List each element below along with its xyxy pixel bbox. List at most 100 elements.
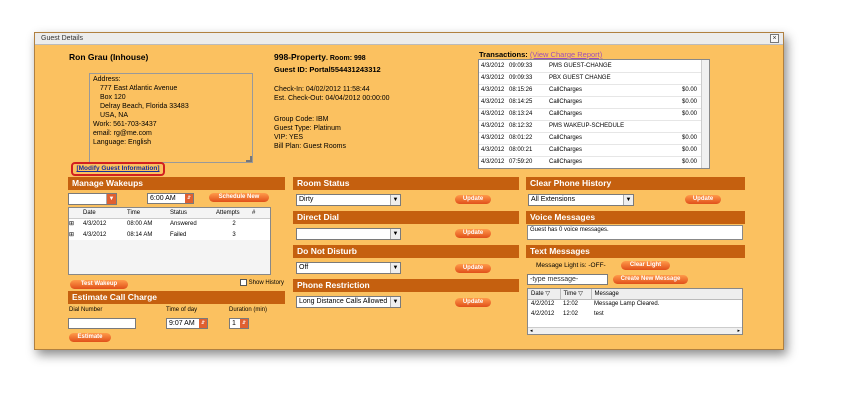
table-row[interactable]: 4/3/2012 07:59:20 CallCharges $0.00 (479, 156, 701, 168)
wakeups-table-panel: Date Time Status Attempts # ⊞ 4/3/2012 0… (68, 207, 271, 275)
manage-wakeups-header: Manage Wakeups (68, 177, 285, 190)
table-row[interactable]: 4/3/2012 08:13:24 CallCharges $0.00 (479, 108, 701, 120)
modify-guest-link[interactable]: [Modify Guest Information] (76, 165, 159, 172)
direct-dial-update-button[interactable]: Update (455, 229, 491, 238)
address-box: Address: 777 East Atlantic Avenue Box 12… (89, 73, 253, 163)
do-not-disturb-header: Do Not Disturb (293, 245, 519, 258)
phone-restriction-header: Phone Restriction (293, 279, 519, 292)
view-charge-report-link[interactable]: (View Charge Report) (530, 50, 602, 59)
text-messages-header-row: Date ▽ Time ▽ Message (528, 289, 742, 299)
room-number: . Room: 998 (325, 55, 366, 62)
cell: 08:14 AM (127, 231, 153, 238)
do-not-disturb-update-button[interactable]: Update (455, 264, 491, 273)
time-of-day-input[interactable]: 9:07 AM ⇵ (166, 318, 208, 329)
table-row[interactable]: 4/3/2012 08:00:21 CallCharges $0.00 (479, 144, 701, 156)
type-message-input[interactable]: -type message- (527, 274, 608, 285)
duration-input[interactable]: 1 ⇵ (229, 318, 249, 329)
transactions-scrollbar[interactable] (701, 60, 709, 168)
property-title: 998-Property (274, 52, 326, 62)
transactions-label: Transactions: (479, 50, 528, 59)
scroll-left-icon[interactable]: ◂ (530, 328, 533, 334)
duration-spinner-icon[interactable]: ⇵ (240, 319, 248, 328)
cell: 4/3/2012 (481, 123, 505, 129)
cell: 4/3/2012 (481, 111, 505, 117)
phone-restriction-update-button[interactable]: Update (455, 298, 491, 307)
col-time[interactable]: Time (127, 208, 170, 218)
col-date[interactable]: Date (83, 208, 127, 218)
cell: 4/3/2012 (481, 135, 505, 141)
dial-number-label: Dial Number (69, 307, 103, 313)
cell: CallCharges (549, 147, 583, 153)
duration-label: Duration (min) (229, 307, 268, 313)
transactions-list[interactable]: 4/3/2012 09:09:33 PMS GUEST-CHANGE 4/3/2012… (478, 59, 710, 169)
time-spinner-icon[interactable]: ⇵ (185, 194, 193, 203)
table-row[interactable]: ⊞ 4/3/2012 08:14 AM Failed 3 (69, 229, 270, 240)
room-status-header: Room Status (293, 177, 519, 190)
wakeup-time-input[interactable]: 6:00 AM ⇵ (147, 193, 194, 204)
cell: $0.00 (681, 147, 697, 153)
transactions-table: 4/3/2012 09:09:33 PMS GUEST-CHANGE 4/3/2012… (479, 60, 701, 168)
cell: PBX GUEST CHANGE (549, 75, 611, 81)
room-status-select[interactable]: Dirty ▼ (296, 194, 401, 206)
clear-phone-history-update-button[interactable]: Update (685, 195, 721, 204)
cell: 4/2/2012 (531, 301, 555, 308)
do-not-disturb-select[interactable]: Off ▼ (296, 262, 401, 274)
cell (659, 60, 701, 72)
horizontal-scrollbar[interactable]: ◂ ▸ (528, 327, 742, 334)
guest-details-window: Guest Details × Ron Grau (Inhouse) Addre… (34, 32, 784, 350)
table-row[interactable]: 4/3/2012 09:09:33 PMS GUEST-CHANGE (479, 60, 701, 72)
expand-icon[interactable]: ⊞ (69, 229, 83, 240)
cell: 09:09:33 (509, 75, 533, 81)
table-row[interactable]: 4/3/2012 08:12:32 PMS WAKEUP-SCHEDULE (479, 120, 701, 132)
cell: PMS GUEST-CHANGE (549, 62, 612, 69)
chevron-down-icon: ▼ (390, 195, 400, 205)
col-message[interactable]: Message (591, 289, 742, 299)
table-row[interactable]: 4/2/2012 12:02 Message Lamp Cleared. (528, 299, 742, 309)
col-number[interactable]: # (252, 208, 270, 218)
wakeup-date-select[interactable]: ▼ (68, 193, 117, 205)
cell: 4/3/2012 (481, 87, 505, 93)
clear-light-button[interactable]: Clear Light (621, 261, 670, 270)
expand-icon[interactable]: ⊞ (69, 218, 83, 229)
group-code: Group Code: IBM (274, 116, 329, 123)
check-out: Est. Check-Out: 04/04/2012 00:00:00 (274, 95, 390, 102)
clear-phone-history-select[interactable]: All Extensions ▼ (528, 194, 634, 206)
chevron-down-icon: ▼ (106, 194, 116, 204)
cell: 4/3/2012 (481, 159, 505, 165)
col-status[interactable]: Status (170, 208, 216, 218)
table-row[interactable]: 4/2/2012 12:02 test (528, 309, 742, 319)
show-history-checkbox[interactable] (240, 279, 247, 286)
room-status-update-button[interactable]: Update (455, 195, 491, 204)
estimate-button[interactable]: Estimate (69, 333, 111, 342)
table-row[interactable]: 4/3/2012 08:01:22 CallCharges $0.00 (479, 132, 701, 144)
test-wakeup-button[interactable]: Test Wakeup (70, 280, 128, 289)
col-attempts[interactable]: Attempts (216, 208, 252, 218)
col-time[interactable]: Time ▽ (560, 289, 592, 299)
cell: CallCharges (549, 135, 583, 141)
table-row[interactable]: 4/3/2012 08:14:25 CallCharges $0.00 (479, 96, 701, 108)
cell: 12:02 (563, 311, 579, 317)
direct-dial-select[interactable]: ▼ (296, 228, 401, 240)
phone-restriction-select[interactable]: Long Distance Calls Allowed ▼ (296, 296, 401, 308)
show-history-label: Show History (248, 280, 285, 287)
cell: PMS WAKEUP-SCHEDULE (549, 123, 625, 129)
table-row[interactable]: ⊞ 4/3/2012 08:00 AM Answered 2 (69, 218, 270, 229)
create-new-message-button[interactable]: Create New Message (613, 275, 688, 284)
resize-handle-icon[interactable] (246, 156, 252, 162)
scroll-right-icon[interactable]: ▸ (737, 328, 740, 334)
message-light-status: Message Light is: -OFF- (536, 262, 606, 269)
cell: 08:14:25 (509, 99, 533, 105)
table-row[interactable]: 4/3/2012 09:09:33 PBX GUEST CHANGE (479, 72, 701, 84)
time-spinner-icon[interactable]: ⇵ (199, 319, 207, 328)
dial-number-input[interactable] (68, 318, 136, 329)
close-icon[interactable]: × (770, 34, 779, 43)
table-row[interactable]: 4/3/2012 08:15:26 CallCharges $0.00 (479, 84, 701, 96)
schedule-new-button[interactable]: Schedule New (209, 193, 269, 202)
show-history-toggle[interactable]: Show History (240, 279, 284, 286)
property-info: 998-Property. Room: 998 Guest ID: Portal… (274, 52, 381, 75)
guest-type: Guest Type: Platinum (274, 125, 341, 132)
col-date[interactable]: Date ▽ (528, 289, 561, 299)
chevron-down-icon: ▼ (623, 195, 633, 205)
title-bar: Guest Details × (35, 33, 783, 45)
voice-messages-text: Guest has 0 voice messages. (530, 227, 609, 233)
